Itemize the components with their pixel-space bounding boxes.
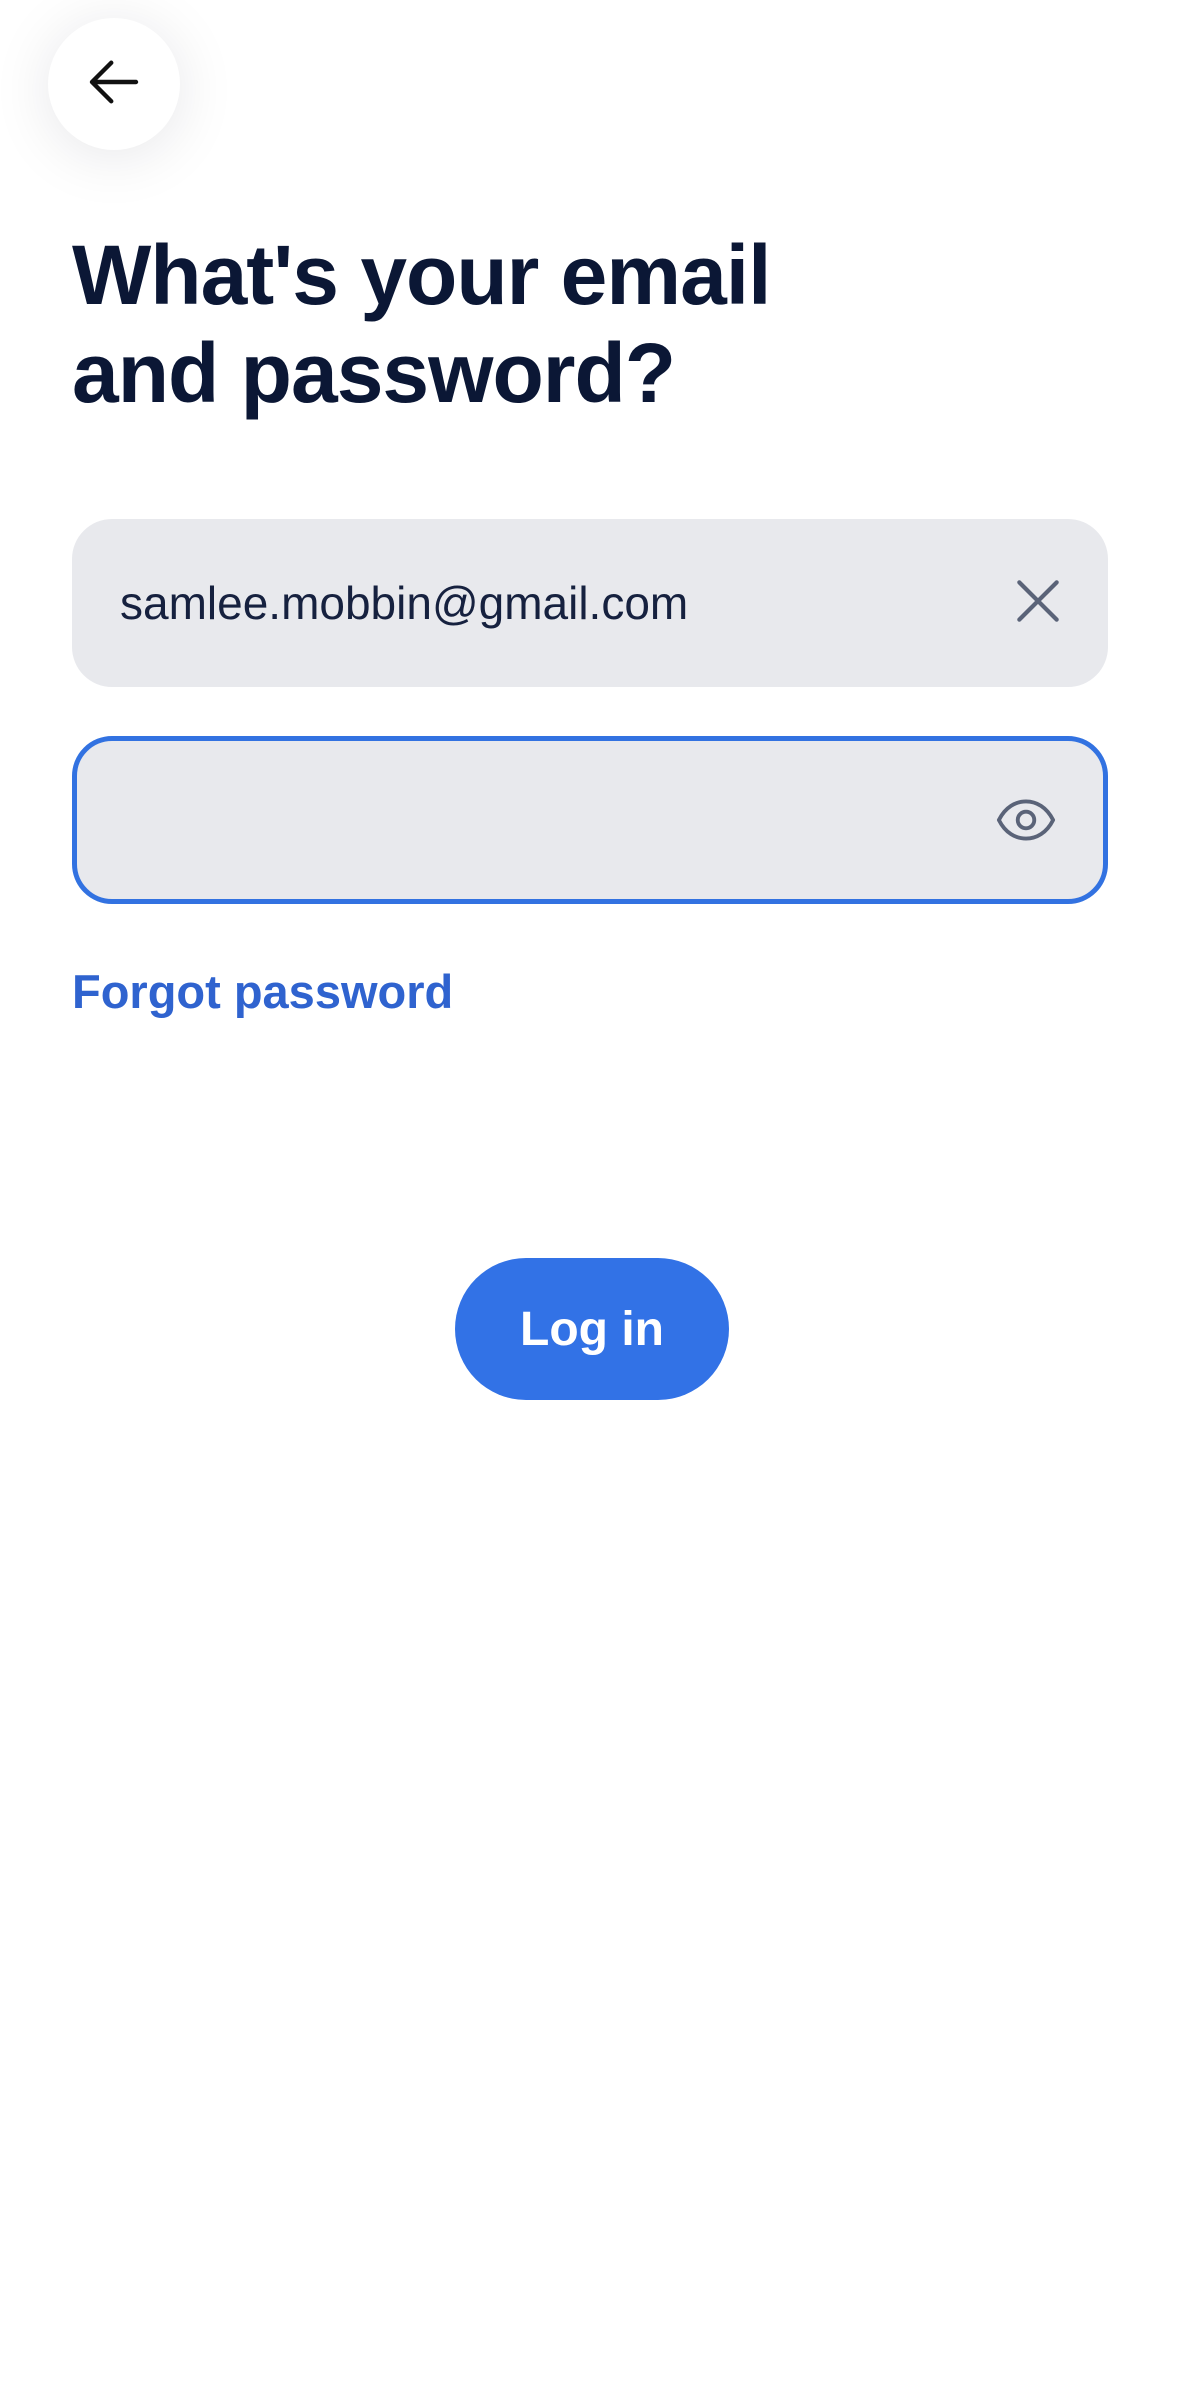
- page-title: What's your email and password?: [72, 228, 771, 420]
- forgot-password-link[interactable]: Forgot password: [72, 962, 453, 1022]
- arrow-left-icon: [81, 49, 147, 120]
- email-input[interactable]: [120, 519, 980, 687]
- eye-icon: [995, 789, 1057, 856]
- close-icon: [1010, 573, 1066, 634]
- password-input[interactable]: [121, 741, 981, 899]
- clear-email-button[interactable]: [1004, 569, 1072, 637]
- login-button[interactable]: Log in: [455, 1258, 729, 1400]
- login-screen: What's your email and password? Forgot p…: [0, 0, 1179, 2396]
- toggle-password-visibility-button[interactable]: [995, 791, 1057, 853]
- email-field[interactable]: [72, 519, 1108, 687]
- password-field[interactable]: [72, 736, 1108, 904]
- back-button[interactable]: [48, 18, 180, 150]
